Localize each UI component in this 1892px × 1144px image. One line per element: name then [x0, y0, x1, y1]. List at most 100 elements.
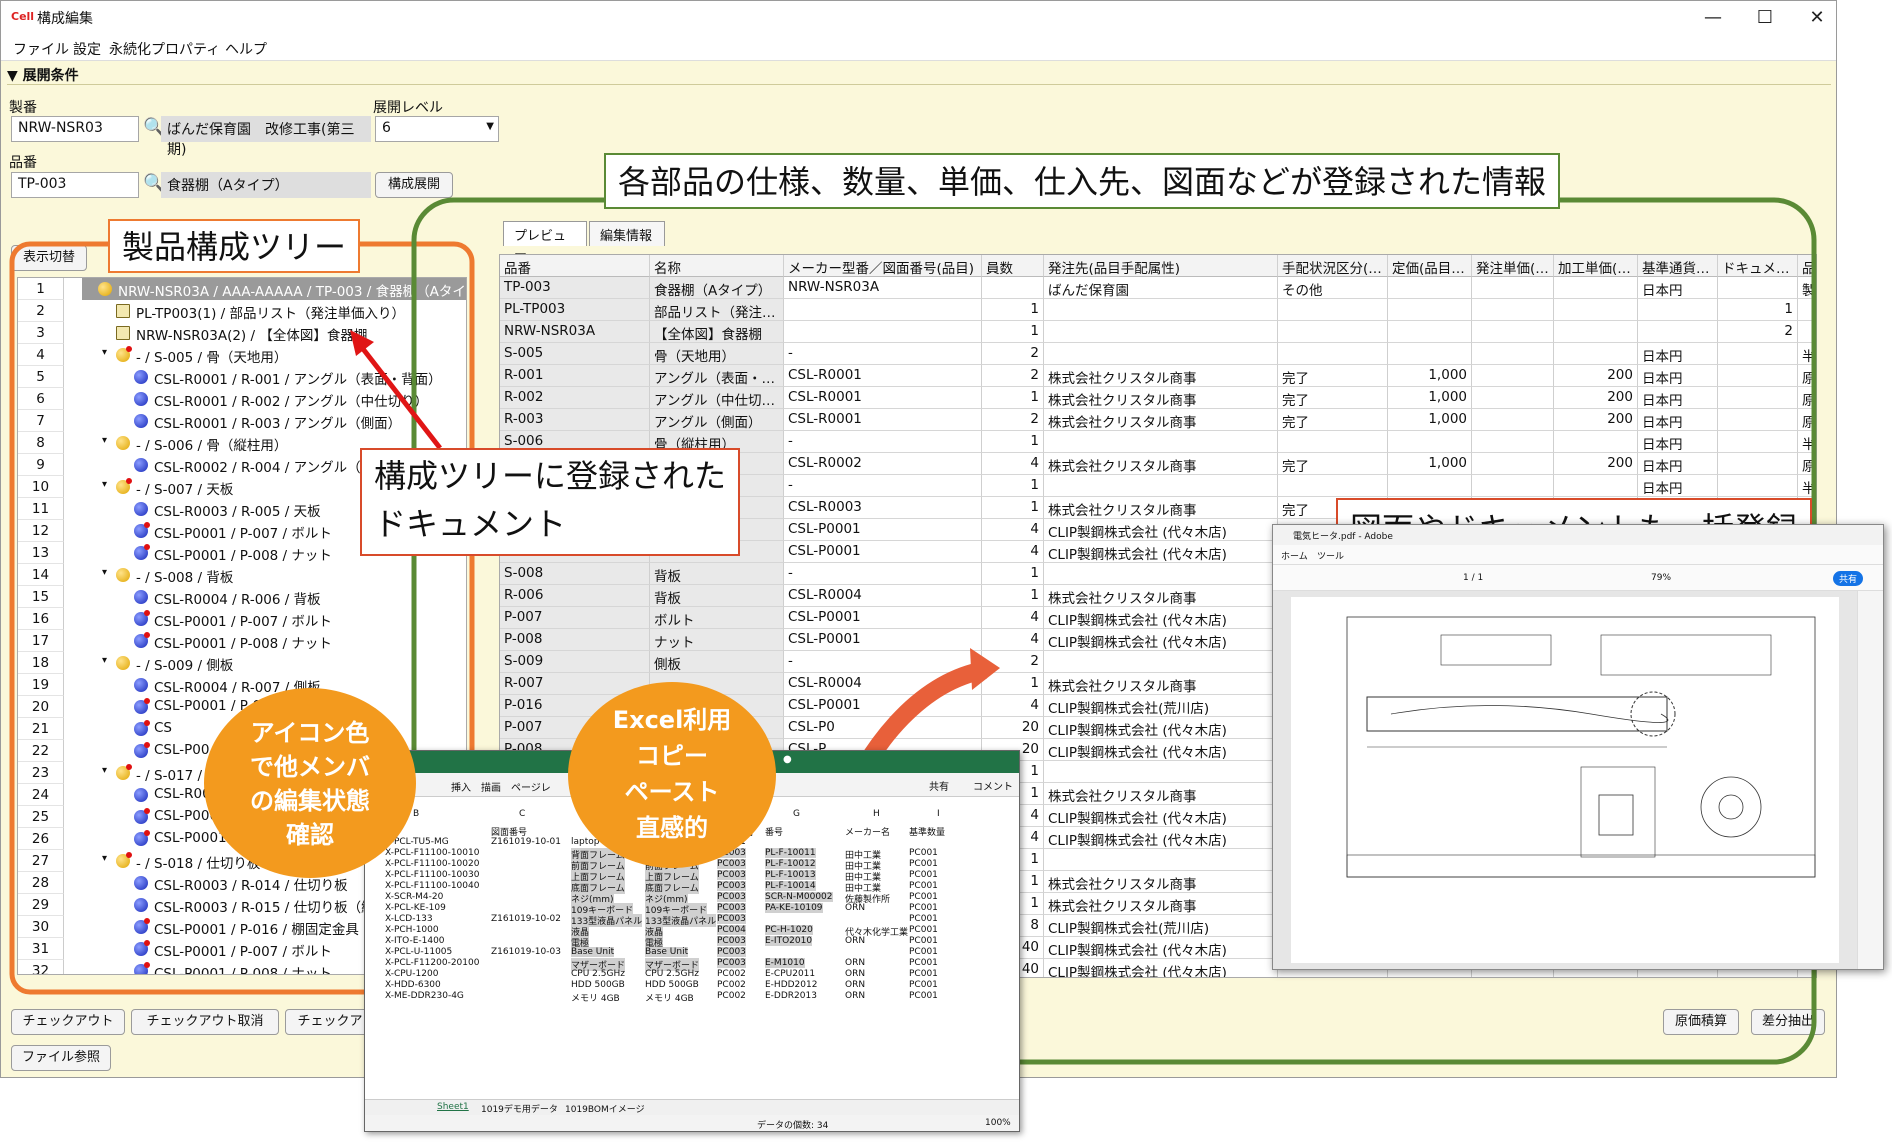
excel-cell[interactable]: PC003 — [717, 870, 746, 880]
excel-cell[interactable]: ORN — [845, 980, 865, 990]
excel-cell[interactable]: メモリ 4GB — [645, 991, 694, 1004]
heater-drawing — [1291, 597, 1839, 963]
excel-cell[interactable]: PC003 — [717, 859, 746, 869]
sheet-tab-2[interactable]: 1019デモ用データ — [481, 1102, 558, 1115]
icon-bubble-line: で他メンバ — [250, 753, 370, 781]
pdf-page-indicator[interactable]: 1 / 1 — [1463, 573, 1483, 583]
excel-cell[interactable]: PC001 — [909, 936, 938, 946]
excel-cell[interactable]: SCR-N-M00002 — [765, 892, 833, 902]
excel-cell[interactable]: X-PCH-1000 — [385, 925, 439, 935]
excel-cell[interactable]: PC001 — [909, 947, 938, 957]
excel-cell[interactable]: Base Unit — [645, 947, 689, 957]
excel-cell[interactable]: PC001 — [909, 958, 938, 968]
ribbon-page[interactable]: ページレ — [511, 779, 551, 794]
excel-column-header[interactable]: G — [793, 809, 800, 819]
excel-column-header[interactable]: C — [519, 809, 525, 819]
excel-share[interactable]: 共有 — [929, 778, 949, 793]
excel-cell[interactable]: Z161019-10-01 — [491, 837, 561, 847]
excel-comment[interactable]: コメント — [973, 778, 1013, 793]
excel-cell[interactable]: PL-F-10013 — [765, 870, 816, 880]
excel-cell[interactable]: Z161019-10-02 — [491, 914, 561, 924]
excel-cell[interactable]: PL-F-10012 — [765, 859, 816, 869]
excel-cell[interactable]: PC004 — [717, 925, 746, 935]
excel-cell[interactable]: メモリ 4GB — [571, 991, 620, 1004]
excel-cell[interactable]: X-ME-DDR230-4G — [385, 991, 464, 1001]
excel-cell[interactable]: PC002 — [717, 991, 746, 1001]
excel-cell[interactable]: HDD 500GB — [571, 980, 625, 990]
excel-cell[interactable]: PC003 — [717, 958, 746, 968]
excel-cell[interactable]: ORN — [845, 991, 865, 1001]
excel-cell[interactable]: PC002 — [717, 980, 746, 990]
pdf-title: 電気ヒータ.pdf - Adobe — [1293, 532, 1393, 542]
pdf-toolbar: 1 / 1 79% 共有 — [1273, 565, 1883, 591]
excel-bubble-line: ペースト — [624, 778, 720, 806]
excel-header-cell[interactable]: メーカー名 — [845, 825, 890, 838]
excel-cell[interactable]: PC003 — [717, 914, 746, 924]
excel-cell[interactable]: PC001 — [909, 925, 938, 935]
icon-color-bubble: アイコン色 で他メンバ の編集状態 確認 — [204, 688, 416, 878]
ribbon-draw[interactable]: 描画 — [481, 779, 501, 794]
excel-cell[interactable]: X-HDD-6300 — [385, 980, 441, 990]
excel-cell[interactable]: X-LCD-133 — [385, 914, 433, 924]
excel-user: ● — [783, 754, 792, 765]
excel-cell[interactable]: X-PCL-F11100-10030 — [385, 870, 479, 880]
excel-cell[interactable]: ORN — [845, 958, 865, 968]
excel-cell[interactable]: X-PCL-F11100-10020 — [385, 859, 479, 869]
excel-cell[interactable]: X-PCL-KE-109 — [385, 903, 446, 913]
ribbon-insert[interactable]: 挿入 — [451, 779, 471, 794]
excel-status-bar: データの個数: 34 100% — [365, 1115, 1019, 1131]
pdf-zoom[interactable]: 79% — [1651, 573, 1671, 583]
excel-cell[interactable]: HDD 500GB — [645, 980, 699, 990]
excel-cell[interactable]: PC001 — [909, 914, 938, 924]
excel-cell[interactable]: X-PCL-U-11005 — [385, 947, 452, 957]
excel-cell[interactable]: PC001 — [909, 991, 938, 1001]
excel-sheet-tabs: Sheet1 1019デモ用データ 1019BOMイメージ — [365, 1099, 1019, 1115]
excel-cell[interactable]: E-M1010 — [765, 958, 805, 968]
excel-cell[interactable]: PC001 — [909, 859, 938, 869]
excel-cell[interactable]: E-ITO2010 — [765, 936, 813, 946]
excel-cell[interactable]: E-CPU2011 — [765, 969, 815, 979]
sheet-tab-1[interactable]: Sheet1 — [437, 1102, 469, 1112]
excel-cell[interactable]: E-HDD2012 — [765, 980, 817, 990]
excel-cell[interactable]: PA-KE-10109 — [765, 903, 823, 913]
excel-cell[interactable]: PC001 — [909, 881, 938, 891]
excel-cell[interactable]: X-PCL-F11200-20100 — [385, 958, 479, 968]
excel-cell[interactable]: E-DDR2013 — [765, 991, 817, 1001]
excel-cell[interactable]: PC003 — [717, 936, 746, 946]
sheet-tab-3[interactable]: 1019BOMイメージ — [565, 1102, 645, 1115]
excel-cell[interactable]: PC001 — [909, 870, 938, 880]
pdf-menu-tools[interactable]: ツール — [1317, 549, 1344, 562]
excel-cell[interactable]: X-ITO-E-1400 — [385, 936, 445, 946]
excel-cell[interactable]: CPU 2.5GHz — [645, 969, 699, 979]
excel-cell[interactable]: CPU 2.5GHz — [571, 969, 625, 979]
excel-column-header[interactable]: I — [937, 809, 940, 819]
excel-cell[interactable]: X-CPU-1200 — [385, 969, 438, 979]
excel-cell[interactable]: PC-H-1020 — [765, 925, 813, 935]
excel-cell[interactable]: X-PCL-F11100-10040 — [385, 881, 479, 891]
excel-cell[interactable]: PC001 — [909, 969, 938, 979]
excel-column-header[interactable]: H — [873, 809, 880, 819]
excel-cell[interactable]: PC003 — [717, 947, 746, 957]
pdf-menu-home[interactable]: ホーム — [1281, 549, 1308, 562]
excel-cell[interactable]: PC001 — [909, 848, 938, 858]
excel-cell[interactable]: PC003 — [717, 903, 746, 913]
icon-bubble-line: 確認 — [286, 821, 334, 849]
excel-cell[interactable]: X-SCR-M4-20 — [385, 892, 443, 902]
excel-cell[interactable]: Z161019-10-03 — [491, 947, 561, 957]
excel-cell[interactable]: PC002 — [717, 969, 746, 979]
excel-cell[interactable]: PC001 — [909, 980, 938, 990]
doc-arrow — [358, 343, 442, 450]
pdf-menu: ホーム ツール — [1273, 545, 1883, 565]
pdf-share-button[interactable]: 共有 — [1833, 571, 1864, 586]
excel-cell[interactable]: PL-F-10014 — [765, 881, 816, 891]
excel-cell[interactable]: PC003 — [717, 892, 746, 902]
excel-cell[interactable]: PC001 — [909, 892, 938, 902]
excel-cell[interactable]: Base Unit — [571, 947, 615, 957]
excel-cell[interactable]: PC001 — [909, 903, 938, 913]
excel-header-cell[interactable]: 基準数量 — [909, 825, 945, 838]
excel-cell[interactable]: ORN — [845, 969, 865, 979]
excel-cell[interactable]: ORN — [845, 903, 865, 913]
excel-cell[interactable]: ORN — [845, 936, 865, 946]
excel-cell[interactable]: PC003 — [717, 881, 746, 891]
excel-cell[interactable]: PL-F-10011 — [765, 848, 816, 858]
